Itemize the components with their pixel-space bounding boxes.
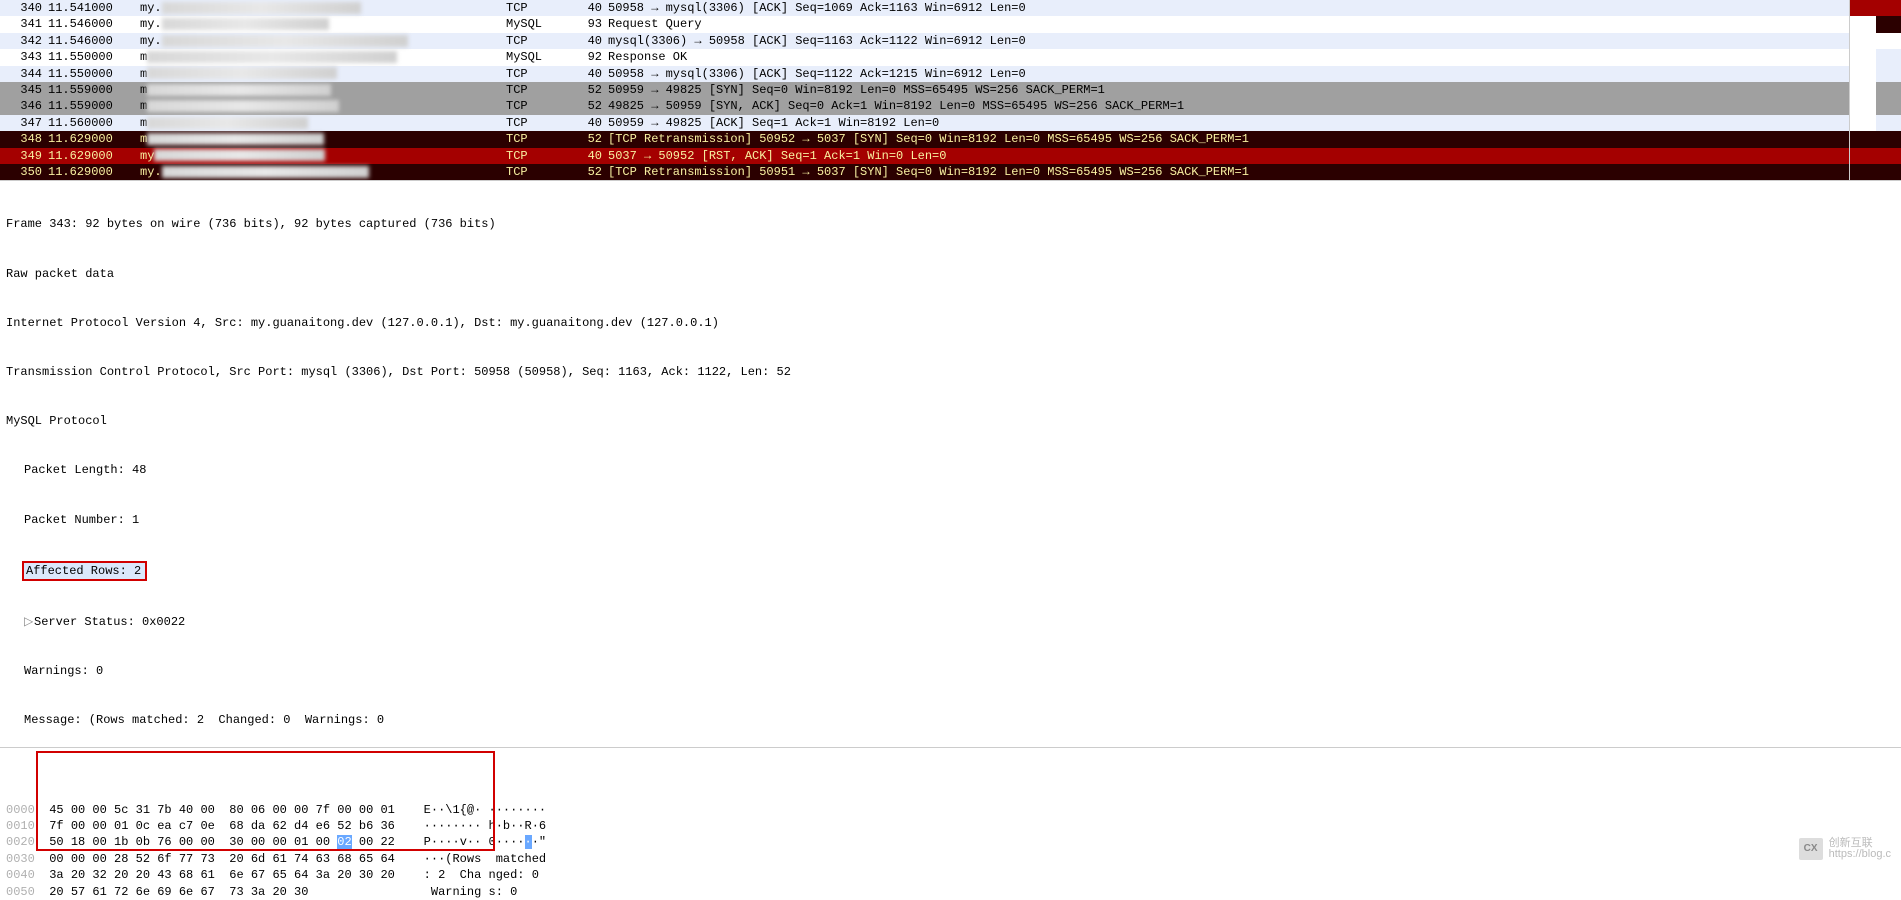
packet-row[interactable]: 34711.560000mTCP4050959 → 49825 [ACK] Se… [0, 115, 1849, 131]
detail-packet-length[interactable]: Packet Length: 48 [6, 462, 1895, 478]
minimap-row[interactable] [1850, 148, 1901, 164]
minimap-row[interactable] [1850, 49, 1901, 65]
hex-line[interactable]: 0000 45 00 00 5c 31 7b 40 00 80 06 00 00… [6, 802, 1895, 818]
detail-mysql[interactable]: MySQL Protocol [6, 413, 1895, 429]
redacted-source [162, 35, 408, 47]
packet-row[interactable]: 34611.559000mTCP5249825 → 50959 [SYN, AC… [0, 98, 1849, 114]
hex-dump-pane[interactable]: CX 创新互联 https://blog.c 0000 45 00 00 5c … [0, 748, 1901, 866]
detail-tcp[interactable]: Transmission Control Protocol, Src Port:… [6, 364, 1895, 380]
detail-affected-rows[interactable]: Affected Rows: 2 [6, 561, 1895, 581]
packet-row[interactable]: 34411.550000mTCP4050958 → mysql(3306) [A… [0, 66, 1849, 82]
packet-row[interactable]: 34511.559000mTCP5250959 → 49825 [SYN] Se… [0, 82, 1849, 98]
minimap-row[interactable] [1850, 0, 1901, 16]
hex-line[interactable]: 0030 00 00 00 28 52 6f 77 73 20 6d 61 74… [6, 851, 1895, 867]
detail-warnings[interactable]: Warnings: 0 [6, 663, 1895, 679]
redacted-source [147, 51, 397, 63]
packet-row[interactable]: 34811.629000mTCP52[TCP Retransmission] 5… [0, 131, 1849, 147]
minimap-row[interactable] [1850, 98, 1901, 114]
packet-row[interactable]: 34011.541000my.TCP4050958 → mysql(3306) … [0, 0, 1849, 16]
hex-line[interactable]: 0050 20 57 61 72 6e 69 6e 67 73 3a 20 30… [6, 884, 1895, 900]
detail-message[interactable]: Message: (Rows matched: 2 Changed: 0 War… [6, 712, 1895, 728]
packet-row[interactable]: 35011.629000my.TCP52[TCP Retransmission]… [0, 164, 1849, 180]
redacted-source [147, 84, 331, 96]
redacted-source [147, 117, 308, 129]
hex-line[interactable]: 0020 50 18 00 1b 0b 76 00 00 30 00 00 01… [6, 834, 1895, 850]
hex-line[interactable]: 0040 3a 20 32 20 20 43 68 61 6e 67 65 64… [6, 867, 1895, 883]
detail-packet-number[interactable]: Packet Number: 1 [6, 512, 1895, 528]
minimap-row[interactable] [1850, 115, 1901, 131]
packet-row[interactable]: 34311.550000mMySQL92Response OK [0, 49, 1849, 65]
watermark: CX 创新互联 https://blog.c [1799, 838, 1891, 860]
redacted-source [162, 2, 361, 14]
minimap-row[interactable] [1850, 33, 1901, 49]
minimap-row[interactable] [1850, 16, 1901, 32]
detail-frame[interactable]: Frame 343: 92 bytes on wire (736 bits), … [6, 216, 1895, 232]
minimap-row[interactable] [1850, 131, 1901, 147]
detail-server-status[interactable]: ▷Server Status: 0x0022 [6, 614, 1895, 630]
detail-raw[interactable]: Raw packet data [6, 266, 1895, 282]
hex-line[interactable]: 0010 7f 00 00 01 0c ea c7 0e 68 da 62 d4… [6, 818, 1895, 834]
detail-ip[interactable]: Internet Protocol Version 4, Src: my.gua… [6, 315, 1895, 331]
packet-row[interactable]: 34111.546000my.MySQL93Request Query [0, 16, 1849, 32]
packet-minimap[interactable] [1849, 0, 1901, 180]
redacted-source [147, 100, 339, 112]
packet-list-pane: 34011.541000my.TCP4050958 → mysql(3306) … [0, 0, 1901, 181]
packet-row[interactable]: 34911.629000myTCP405037 → 50952 [RST, AC… [0, 148, 1849, 164]
redacted-source [147, 67, 337, 79]
packet-row[interactable]: 34211.546000my.TCP40mysql(3306) → 50958 … [0, 33, 1849, 49]
caret-icon: ▷ [24, 614, 34, 630]
redacted-source [162, 166, 369, 178]
redacted-source [154, 149, 325, 161]
packet-details-pane[interactable]: Frame 343: 92 bytes on wire (736 bits), … [0, 181, 1901, 748]
minimap-row[interactable] [1850, 66, 1901, 82]
watermark-logo-icon: CX [1799, 838, 1823, 860]
minimap-row[interactable] [1850, 82, 1901, 98]
minimap-row[interactable] [1850, 164, 1901, 180]
redacted-source [147, 133, 324, 145]
redacted-source [162, 18, 330, 30]
packet-list[interactable]: 34011.541000my.TCP4050958 → mysql(3306) … [0, 0, 1849, 180]
